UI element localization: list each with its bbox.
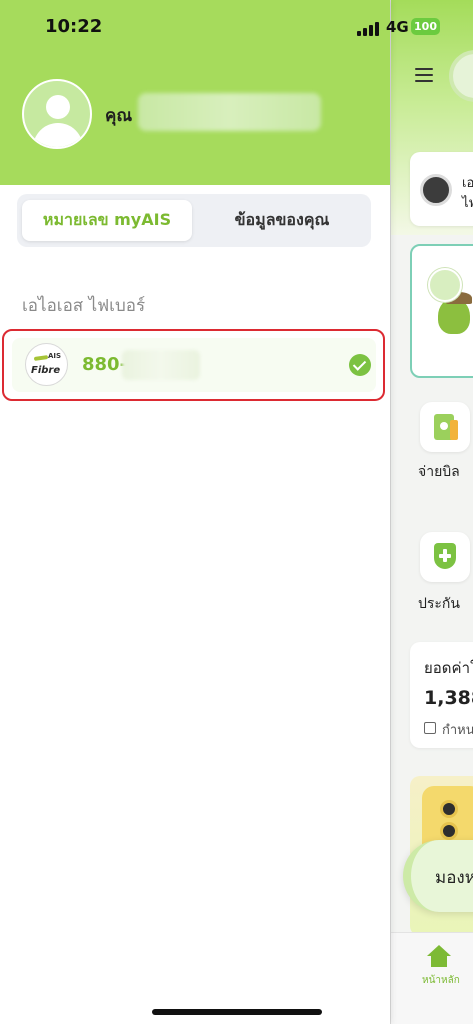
floating-search-button[interactable]: มองห	[403, 840, 473, 912]
bill-summary-card[interactable]: ยอดค่าใ 1,388. กำหน	[410, 642, 473, 748]
side-drawer: คุณ หมายเลข myAIS ข้อมูลของคุณ เอไอเอส ไ…	[0, 0, 390, 1024]
promo-mascot-card[interactable]	[410, 244, 473, 378]
bottom-tab-bar: หน้าหลัก	[391, 932, 473, 1024]
floating-button-label: มองห	[435, 868, 473, 888]
tab-your-information[interactable]: ข้อมูลของคุณ	[197, 200, 367, 241]
redacted-account-number	[122, 350, 200, 380]
router-icon	[420, 174, 452, 206]
home-indicator[interactable]	[152, 1009, 322, 1015]
ais-fibre-logo: AIS Fibre	[25, 343, 68, 386]
section-label-ais-fibre: เอไอเอส ไฟเบอร์	[22, 296, 146, 316]
fibre-card-subtitle: ไฟ	[462, 196, 473, 211]
home-icon[interactable]	[427, 945, 451, 967]
bill-due-label: กำหน	[442, 723, 473, 738]
background-home-screen: เอ ไฟ จ่ายบิล ประกัน ยอดค่าใ 1,388. กำหน…	[390, 0, 473, 1024]
drawer-segmented-control: หมายเลข myAIS ข้อมูลของคุณ	[17, 194, 371, 247]
selected-check-icon	[349, 354, 371, 376]
hamburger-menu-icon[interactable]	[415, 68, 433, 82]
cellular-signal-icon	[357, 22, 381, 36]
calendar-icon	[424, 722, 436, 734]
fibre-account-row[interactable]: AIS Fibre 880-	[2, 329, 385, 401]
bill-amount: 1,388.	[424, 687, 473, 709]
fibre-account-item[interactable]: AIS Fibre 880-	[12, 338, 376, 392]
user-avatar-icon[interactable]	[22, 79, 92, 149]
pay-bill-label: จ่ายบิล	[418, 464, 460, 480]
insurance-button[interactable]	[420, 532, 470, 582]
logo-fibre-text: Fibre	[31, 365, 61, 376]
pay-bill-button[interactable]	[420, 402, 470, 452]
status-time: 10:22	[45, 16, 103, 37]
bill-summary-title: ยอดค่าใ	[424, 659, 473, 677]
tab-myais-numbers[interactable]: หมายเลข myAIS	[22, 200, 192, 241]
insurance-label: ประกัน	[418, 596, 460, 612]
network-type: 4G	[386, 18, 409, 36]
redacted-name	[138, 93, 321, 131]
account-number: 880-	[82, 354, 128, 375]
logo-ais-text: AIS	[48, 352, 62, 360]
tab-home-label[interactable]: หน้าหลัก	[422, 973, 460, 988]
shield-plus-icon	[434, 543, 456, 569]
mascot-icon	[424, 268, 472, 338]
battery-icon: 100	[411, 18, 440, 35]
fibre-service-card[interactable]: เอ ไฟ	[410, 152, 473, 226]
fibre-card-title: เอ	[462, 176, 473, 191]
profile-name-prefix: คุณ	[105, 106, 133, 126]
